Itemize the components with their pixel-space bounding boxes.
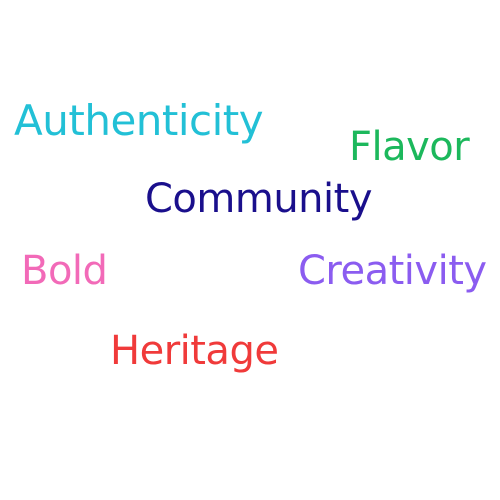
word-creativity: Creativity [298,248,487,294]
word-authenticity: Authenticity [14,96,264,145]
word-flavor: Flavor [349,124,470,170]
word-bold: Bold [21,248,108,294]
word-cloud: Authenticity Flavor Community Bold Creat… [0,0,500,500]
word-community: Community [145,176,373,222]
word-heritage: Heritage [110,328,279,374]
